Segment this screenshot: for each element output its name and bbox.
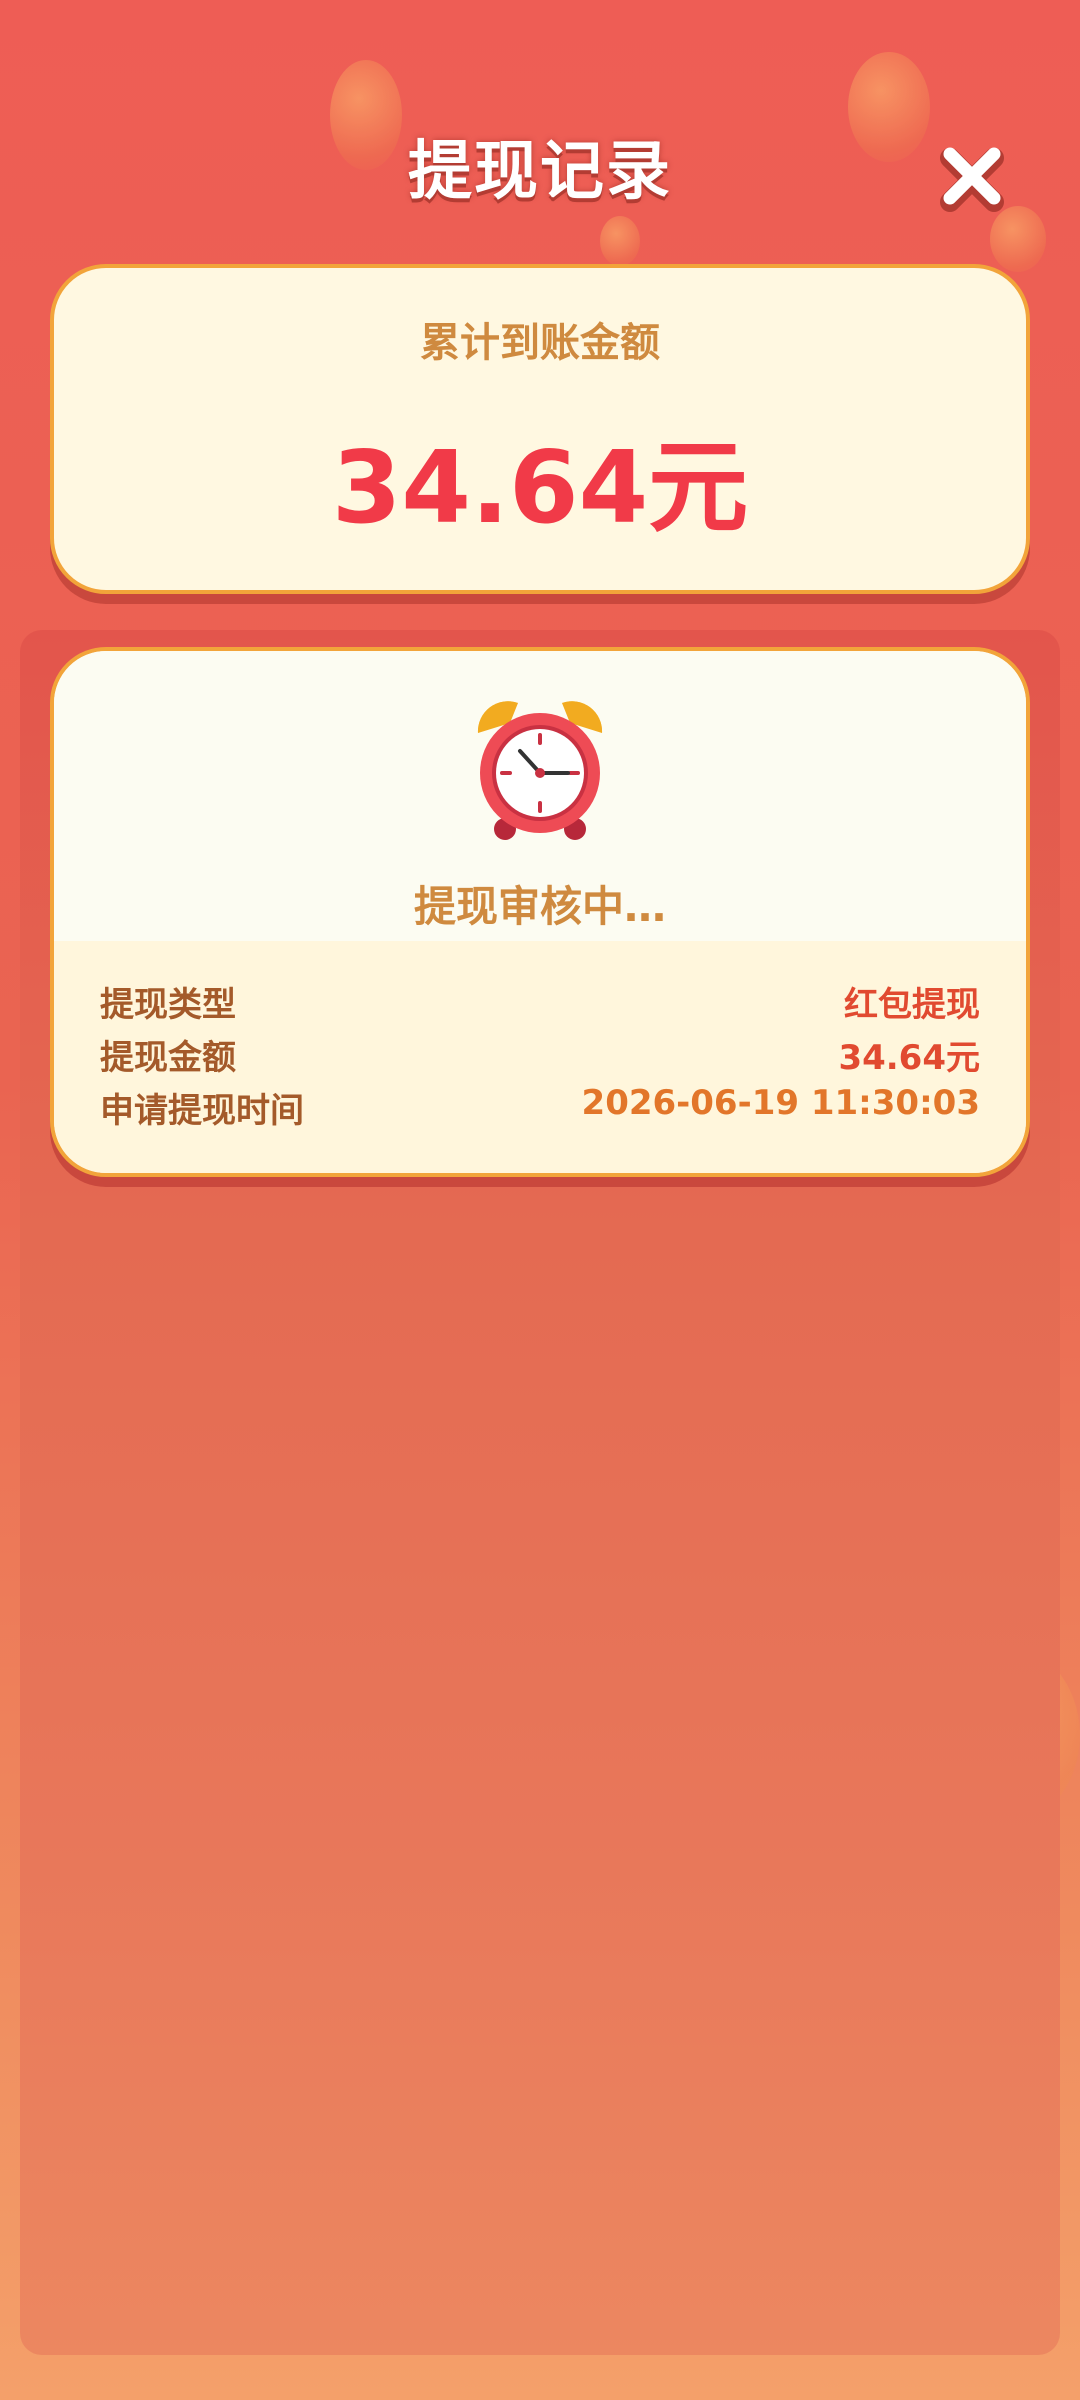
detail-key: 提现金额	[100, 1038, 236, 1078]
total-received-label: 累计到账金额	[420, 320, 660, 366]
detail-row-amount: 提现金额 34.64元	[100, 1030, 980, 1080]
detail-value: 2026-06-19 11:30:03	[581, 1083, 980, 1123]
total-received-amount: 34.64元	[331, 429, 749, 546]
withdraw-record-card[interactable]: 提现审核中… 提现类型 红包提现 提现金额 34.64元 申请提现时间 2026…	[50, 647, 1030, 1177]
detail-value: 34.64元	[838, 1038, 980, 1078]
withdraw-status: 提现审核中…	[413, 882, 666, 931]
header: 提现记录	[0, 120, 1080, 230]
detail-value: 红包提现	[844, 985, 980, 1025]
close-icon	[940, 147, 1004, 212]
alarm-clock-icon	[477, 701, 603, 840]
total-received-card: 累计到账金额 34.64元	[50, 264, 1030, 594]
detail-key: 提现类型	[100, 985, 236, 1025]
record-details: 提现类型 红包提现 提现金额 34.64元 申请提现时间 2026-06-19 …	[54, 941, 1026, 1173]
close-button[interactable]	[934, 140, 1010, 216]
page-title: 提现记录	[408, 135, 672, 209]
record-status-section: 提现审核中…	[54, 651, 1026, 941]
detail-row-type: 提现类型 红包提现	[100, 977, 980, 1027]
detail-row-time: 申请提现时间 2026-06-19 11:30:03	[100, 1083, 980, 1133]
detail-key: 申请提现时间	[100, 1091, 304, 1131]
